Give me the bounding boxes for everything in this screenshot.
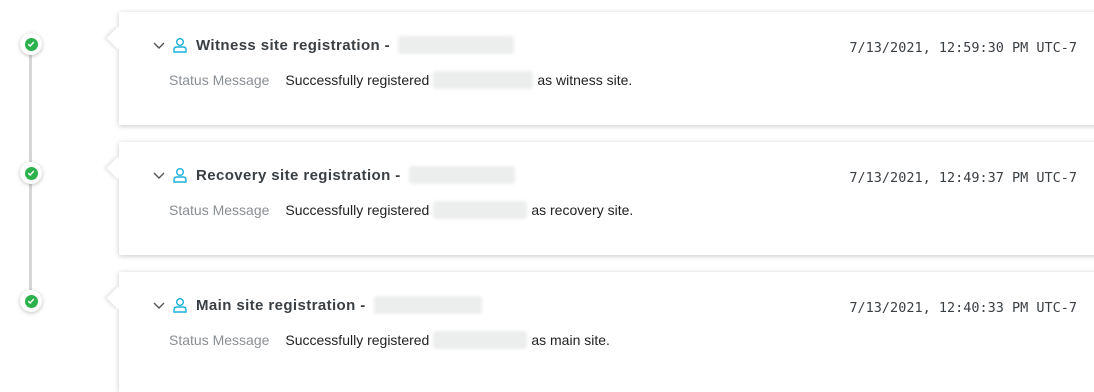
status-row: Status Message Successfully registered a… xyxy=(169,331,610,349)
chevron-down-icon[interactable] xyxy=(152,38,166,52)
event-timestamp: 7/13/2021, 12:59:30 PM UTC-7 xyxy=(849,40,1077,56)
redacted-site-name xyxy=(408,166,515,184)
status-message-suffix: as recovery site. xyxy=(531,202,634,218)
status-label: Status Message xyxy=(169,332,270,348)
status-row: Status Message Successfully registered a… xyxy=(169,71,632,89)
redacted-site-address xyxy=(433,71,534,89)
event-header[interactable]: Witness site registration - xyxy=(152,36,515,54)
success-status-icon xyxy=(20,33,42,55)
chevron-down-icon[interactable] xyxy=(152,298,166,312)
redacted-site-name xyxy=(373,296,482,314)
chevron-down-icon[interactable] xyxy=(152,168,166,182)
redacted-site-name xyxy=(398,36,515,54)
status-label: Status Message xyxy=(169,72,270,88)
status-label: Status Message xyxy=(169,202,270,218)
user-icon xyxy=(173,168,187,183)
event-header[interactable]: Main site registration - xyxy=(152,296,482,314)
success-status-icon xyxy=(20,290,42,312)
event-card-witness: Witness site registration - 7/13/2021, 1… xyxy=(119,12,1094,125)
status-row: Status Message Successfully registered a… xyxy=(169,201,633,219)
user-icon xyxy=(173,38,187,53)
success-status-icon xyxy=(20,162,42,184)
event-timestamp: 7/13/2021, 12:49:37 PM UTC-7 xyxy=(849,170,1077,186)
event-timestamp: 7/13/2021, 12:40:33 PM UTC-7 xyxy=(849,300,1077,316)
event-header[interactable]: Recovery site registration - xyxy=(152,166,515,184)
status-message-prefix: Successfully registered xyxy=(285,72,430,88)
status-message-suffix: as witness site. xyxy=(537,72,633,88)
event-card-recovery: Recovery site registration - 7/13/2021, … xyxy=(119,142,1094,255)
event-card-main: Main site registration - 7/13/2021, 12:4… xyxy=(119,272,1094,392)
redacted-site-address xyxy=(433,331,528,349)
user-icon xyxy=(173,298,187,313)
event-title: Recovery site registration - xyxy=(196,166,401,184)
status-message-prefix: Successfully registered xyxy=(285,202,430,218)
redacted-site-address xyxy=(433,201,528,219)
status-message-suffix: as main site. xyxy=(531,332,610,348)
status-message-prefix: Successfully registered xyxy=(285,332,430,348)
event-title: Main site registration - xyxy=(196,296,366,314)
event-title: Witness site registration - xyxy=(196,36,391,54)
